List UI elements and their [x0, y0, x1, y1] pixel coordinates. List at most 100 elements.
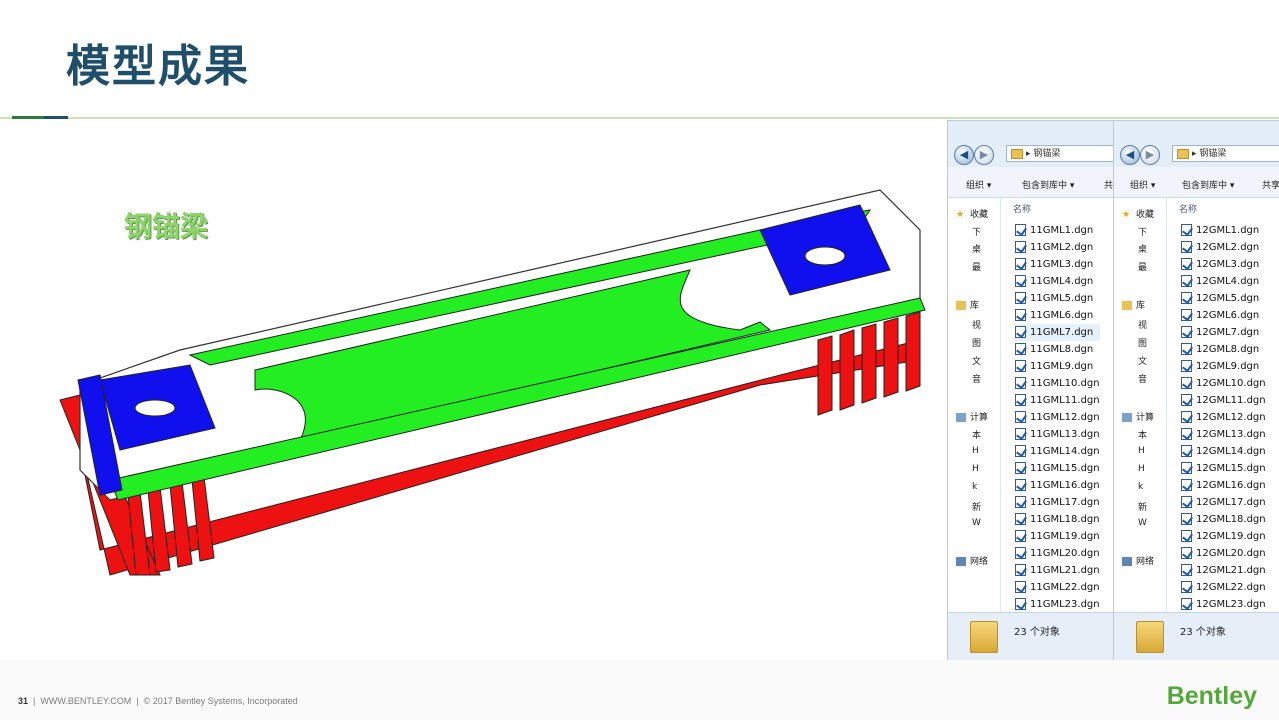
file-item[interactable]: 12GML12.dgn	[1181, 409, 1266, 426]
file-item[interactable]: 12GML8.dgn	[1181, 341, 1266, 358]
nav-libraries[interactable]: 库	[1122, 298, 1145, 311]
explorer-window-1[interactable]: ◀ ▶ ▸ 钢锚梁 组织 ▾ 包含到库中 ▾ 共 ★ 收藏 下 桌 最 库 视 图…	[947, 120, 1114, 662]
dgn-file-icon	[1181, 258, 1192, 270]
file-item[interactable]: 11GML13.dgn	[1015, 426, 1100, 443]
file-item[interactable]: 11GML23.dgn	[1015, 596, 1100, 613]
dgn-file-icon	[1015, 411, 1026, 423]
file-item[interactable]: 11GML4.dgn	[1015, 273, 1100, 290]
nav-drive-1[interactable]: 本	[1138, 428, 1147, 441]
file-item[interactable]: 11GML21.dgn	[1015, 562, 1100, 579]
address-field[interactable]: ▸ 钢锚梁	[1172, 145, 1279, 162]
nav-drive-4[interactable]: k	[1138, 482, 1143, 492]
file-item[interactable]: 12GML7.dgn	[1181, 324, 1266, 341]
nav-drive-6[interactable]: W	[1138, 518, 1147, 528]
file-item[interactable]: 12GML10.dgn	[1181, 375, 1266, 392]
file-item[interactable]: 12GML15.dgn	[1181, 460, 1266, 477]
file-item[interactable]: 11GML22.dgn	[1015, 579, 1100, 596]
footer-website[interactable]: WWW.BENTLEY.COM	[40, 696, 131, 706]
nav-computer[interactable]: 计算	[956, 410, 988, 423]
nav-pictures[interactable]: 图	[1138, 336, 1147, 349]
nav-videos[interactable]: 视	[972, 318, 981, 331]
share-menu[interactable]: 共享	[1262, 178, 1279, 191]
explorer-window-2[interactable]: ◀ ▶ ▸ 钢锚梁 组织 ▾ 包含到库中 ▾ 共享 ★ 收藏 下 桌 最 库 视 …	[1113, 120, 1279, 662]
file-item[interactable]: 12GML18.dgn	[1181, 511, 1266, 528]
nav-desktop[interactable]: 桌	[1138, 242, 1147, 255]
nav-downloads[interactable]: 下	[972, 225, 981, 238]
file-item[interactable]: 11GML8.dgn	[1015, 341, 1100, 358]
file-item[interactable]: 11GML16.dgn	[1015, 477, 1100, 494]
nav-drive-6[interactable]: W	[972, 518, 981, 528]
file-item[interactable]: 12GML5.dgn	[1181, 290, 1266, 307]
file-list: 11GML1.dgn 11GML2.dgn 11GML3.dgn 11GML4.…	[1015, 222, 1100, 613]
nav-drive-3[interactable]: H	[972, 464, 979, 474]
nav-desktop[interactable]: 桌	[972, 242, 981, 255]
include-in-library-menu[interactable]: 包含到库中 ▾	[1022, 178, 1074, 191]
file-item[interactable]: 12GML4.dgn	[1181, 273, 1266, 290]
nav-pictures[interactable]: 图	[972, 336, 981, 349]
nav-drive-3[interactable]: H	[1138, 464, 1145, 474]
forward-arrow-icon[interactable]: ▶	[974, 145, 994, 165]
file-item[interactable]: 11GML9.dgn	[1015, 358, 1100, 375]
nav-drive-5[interactable]: 新	[972, 500, 981, 513]
file-item[interactable]: 11GML2.dgn	[1015, 239, 1100, 256]
nav-documents[interactable]: 文	[972, 354, 981, 367]
file-item-selected[interactable]: 11GML7.dgn	[1015, 324, 1100, 341]
nav-drive-2[interactable]: H	[1138, 446, 1145, 456]
nav-computer[interactable]: 计算	[1122, 410, 1154, 423]
share-menu[interactable]: 共	[1104, 178, 1113, 191]
file-item[interactable]: 11GML19.dgn	[1015, 528, 1100, 545]
file-item[interactable]: 11GML14.dgn	[1015, 443, 1100, 460]
back-arrow-icon[interactable]: ◀	[1120, 145, 1140, 165]
file-item[interactable]: 12GML11.dgn	[1181, 392, 1266, 409]
nav-drive-2[interactable]: H	[972, 446, 979, 456]
file-item[interactable]: 12GML22.dgn	[1181, 579, 1266, 596]
file-item[interactable]: 11GML20.dgn	[1015, 545, 1100, 562]
organize-menu[interactable]: 组织 ▾	[966, 178, 991, 191]
file-item[interactable]: 11GML10.dgn	[1015, 375, 1100, 392]
file-item[interactable]: 12GML1.dgn	[1181, 222, 1266, 239]
nav-recent[interactable]: 最	[1138, 260, 1147, 273]
nav-downloads[interactable]: 下	[1138, 225, 1147, 238]
file-item[interactable]: 11GML18.dgn	[1015, 511, 1100, 528]
nav-drive-5[interactable]: 新	[1138, 500, 1147, 513]
file-item[interactable]: 12GML16.dgn	[1181, 477, 1266, 494]
nav-drive-1[interactable]: 本	[972, 428, 981, 441]
file-item[interactable]: 12GML2.dgn	[1181, 239, 1266, 256]
file-item[interactable]: 12GML14.dgn	[1181, 443, 1266, 460]
file-item[interactable]: 12GML9.dgn	[1181, 358, 1266, 375]
file-item[interactable]: 11GML12.dgn	[1015, 409, 1100, 426]
nav-recent[interactable]: 最	[972, 260, 981, 273]
file-item[interactable]: 11GML3.dgn	[1015, 256, 1100, 273]
nav-music[interactable]: 音	[972, 372, 981, 385]
nav-drive-4[interactable]: k	[972, 482, 977, 492]
file-item[interactable]: 12GML6.dgn	[1181, 307, 1266, 324]
file-item[interactable]: 12GML19.dgn	[1181, 528, 1266, 545]
nav-favorites[interactable]: ★ 收藏	[1122, 207, 1154, 220]
file-item[interactable]: 12GML3.dgn	[1181, 256, 1266, 273]
nav-libraries[interactable]: 库	[956, 298, 979, 311]
nav-network[interactable]: 网络	[956, 554, 988, 567]
nav-favorites[interactable]: ★ 收藏	[956, 207, 988, 220]
file-item[interactable]: 12GML20.dgn	[1181, 545, 1266, 562]
nav-documents[interactable]: 文	[1138, 354, 1147, 367]
file-item[interactable]: 11GML6.dgn	[1015, 307, 1100, 324]
forward-arrow-icon[interactable]: ▶	[1140, 145, 1160, 165]
file-item[interactable]: 11GML5.dgn	[1015, 290, 1100, 307]
file-item[interactable]: 12GML23.dgn	[1181, 596, 1266, 613]
column-header-name[interactable]: 名称	[1013, 202, 1031, 215]
organize-menu[interactable]: 组织 ▾	[1130, 178, 1155, 191]
include-in-library-menu[interactable]: 包含到库中 ▾	[1182, 178, 1234, 191]
address-field[interactable]: ▸ 钢锚梁	[1006, 145, 1113, 162]
back-arrow-icon[interactable]: ◀	[954, 145, 974, 165]
column-header-name[interactable]: 名称	[1179, 202, 1197, 215]
nav-network[interactable]: 网络	[1122, 554, 1154, 567]
file-item[interactable]: 12GML17.dgn	[1181, 494, 1266, 511]
file-item[interactable]: 12GML13.dgn	[1181, 426, 1266, 443]
file-item[interactable]: 11GML11.dgn	[1015, 392, 1100, 409]
file-item[interactable]: 12GML21.dgn	[1181, 562, 1266, 579]
file-item[interactable]: 11GML17.dgn	[1015, 494, 1100, 511]
file-item[interactable]: 11GML1.dgn	[1015, 222, 1100, 239]
file-item[interactable]: 11GML15.dgn	[1015, 460, 1100, 477]
nav-music[interactable]: 音	[1138, 372, 1147, 385]
nav-videos[interactable]: 视	[1138, 318, 1147, 331]
